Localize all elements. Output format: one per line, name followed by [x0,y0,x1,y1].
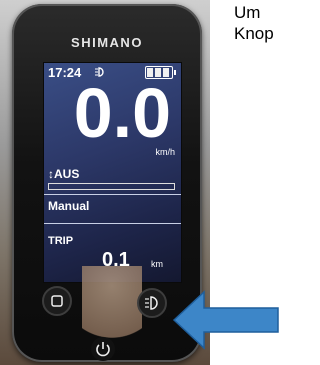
trip-label: TRIP [48,235,74,247]
headlight-icon [145,296,158,310]
trip-unit: km [151,259,163,269]
assist-bar [48,183,175,190]
power-icon [96,342,110,357]
brand-logo: SHIMANO [71,35,143,50]
square-icon [51,295,63,307]
speed-unit: km/h [155,147,175,157]
divider [44,223,181,224]
instruction-line-2: Knop [234,24,274,43]
display-screen: 17:24 0.0 km/h ↕AUS Manual TRIP 0.1 km [43,62,182,283]
power-button[interactable] [91,337,115,361]
pointer-arrow-icon [172,290,279,350]
assist-label: AUS [54,167,80,181]
square-button[interactable] [42,286,72,316]
assist-mode: ↕AUS [48,167,79,181]
divider [44,194,181,195]
shift-mode: Manual [48,199,90,213]
instruction-line-1: Um [234,3,261,22]
light-button[interactable] [137,288,167,318]
instruction-text: Um Knop [234,2,274,44]
speed-value: 0.0 [73,74,171,152]
